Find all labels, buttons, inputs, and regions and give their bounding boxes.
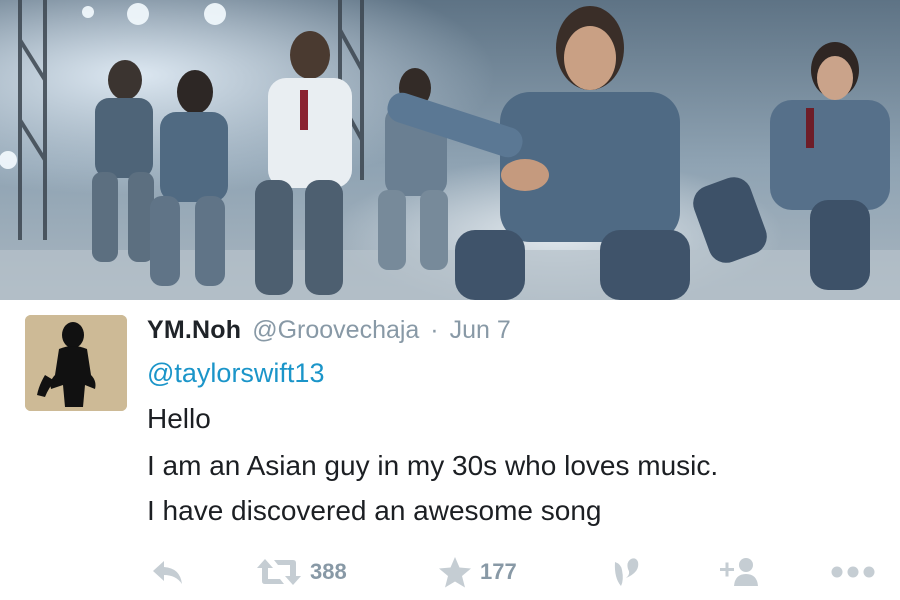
- separator-dot: ·: [430, 316, 439, 344]
- retweet-icon: [257, 559, 301, 585]
- follow-button[interactable]: [718, 552, 758, 592]
- user-handle[interactable]: @Groovechaja: [252, 316, 419, 344]
- mention-link[interactable]: @taylorswift13: [147, 353, 324, 393]
- tweet-media-photo[interactable]: [0, 0, 900, 300]
- follow-user-plus-icon: [720, 558, 758, 586]
- star-icon: [439, 557, 471, 588]
- retweet-count: 388: [310, 559, 347, 584]
- dance-group-photo: [0, 0, 900, 300]
- tweet-text-line-1: Hello: [147, 403, 211, 434]
- silhouette-avatar-image: [25, 315, 127, 411]
- display-name[interactable]: YM.Noh: [147, 316, 241, 344]
- vine-button[interactable]: [612, 552, 642, 592]
- tweet-screenshot: YM.Noh @Groovechaja · Jun 7 @taylorswift…: [0, 0, 900, 600]
- tweet-actions-bar: 388 177: [0, 552, 900, 592]
- favorite-count: 177: [480, 559, 517, 584]
- tweet-text-line-3: I have discovered an awesome song: [147, 495, 602, 526]
- favorite-button[interactable]: 177: [438, 552, 517, 592]
- ellipsis-icon: [831, 566, 875, 578]
- tweet-card: YM.Noh @Groovechaja · Jun 7 @taylorswift…: [0, 300, 900, 600]
- vine-icon: [614, 558, 639, 586]
- retweet-button[interactable]: 388: [256, 552, 347, 592]
- tweet-text-line-2: I am an Asian guy in my 30s who loves mu…: [147, 450, 719, 481]
- tweet-header: YM.Noh @Groovechaja · Jun 7: [147, 310, 511, 350]
- avatar[interactable]: [25, 315, 127, 411]
- tweet-date[interactable]: Jun 7: [450, 316, 511, 344]
- reply-button[interactable]: [150, 552, 186, 592]
- reply-arrow-icon: [153, 561, 182, 584]
- more-options-button[interactable]: [830, 552, 876, 592]
